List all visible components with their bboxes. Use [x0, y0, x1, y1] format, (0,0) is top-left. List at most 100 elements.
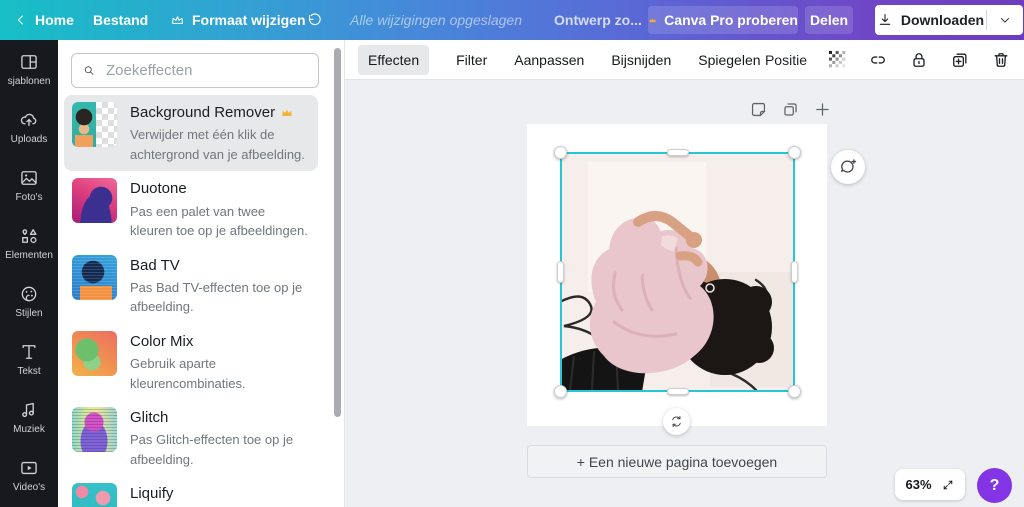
add-page-icon-button[interactable]	[813, 100, 832, 119]
tab-aanpassen[interactable]: Aanpassen	[514, 45, 584, 75]
home-label: Home	[35, 12, 74, 28]
lock-icon	[909, 50, 929, 70]
selection-box[interactable]	[560, 152, 795, 392]
notes-icon	[749, 100, 768, 119]
effect-item-background-remover[interactable]: Background Remover Verwijder met één kli…	[64, 95, 318, 171]
sidebar-item-styles[interactable]: Stijlen	[0, 272, 58, 330]
comment-plus-icon	[838, 157, 858, 177]
duplicate-button[interactable]	[950, 50, 970, 70]
tab-bijsnijden[interactable]: Bijsnijden	[611, 45, 671, 75]
effect-thumbnail	[72, 255, 117, 300]
effect-item-liquify[interactable]: Liquify Pas Liquify-effecten toe op je a…	[64, 476, 318, 507]
effect-thumbnail	[72, 483, 117, 507]
duplicate-icon	[950, 50, 970, 70]
link-icon	[868, 50, 888, 70]
home-button[interactable]: Home	[14, 12, 74, 28]
trash-icon	[991, 50, 1011, 70]
search-input[interactable]	[104, 61, 307, 80]
effect-thumbnail	[72, 331, 117, 376]
undo-button[interactable]	[306, 12, 323, 29]
design-title[interactable]: Ontwerp zo...	[554, 12, 642, 28]
zoom-control[interactable]: 63%	[895, 469, 965, 500]
sidebar-item-text[interactable]: Tekst	[0, 330, 58, 388]
canva-pro-button[interactable]: Canva Pro proberen	[648, 6, 798, 34]
rotate-icon	[669, 414, 684, 429]
search-icon	[83, 62, 95, 79]
templates-icon	[19, 52, 39, 72]
uploads-icon	[19, 110, 39, 130]
notes-button[interactable]	[749, 100, 768, 119]
undo-icon	[306, 12, 323, 29]
selection-handle-sw[interactable]	[554, 385, 567, 398]
position-button[interactable]: Positie	[765, 52, 807, 68]
crown-icon	[170, 13, 185, 28]
effect-item-glitch[interactable]: Glitch Pas Glitch-effecten toe op je afb…	[64, 400, 318, 476]
resize-menu[interactable]: Formaat wijzigen	[170, 12, 306, 28]
sidebar-item-uploads[interactable]: Uploads	[0, 98, 58, 156]
design-page[interactable]	[527, 124, 827, 426]
tab-effecten[interactable]: Effecten	[358, 45, 429, 75]
share-button[interactable]: Delen	[805, 6, 853, 34]
photos-icon	[19, 168, 39, 188]
videos-icon	[19, 458, 39, 478]
effect-item-bad-tv[interactable]: Bad TV Pas Bad TV-effecten toe op je afb…	[64, 248, 318, 324]
selection-handle-s[interactable]	[667, 388, 689, 395]
chevron-down-icon	[998, 13, 1012, 27]
transparency-button[interactable]	[828, 50, 847, 69]
music-icon	[19, 400, 39, 420]
canvas-area: + Een nieuwe pagina toevoegen 63% ?	[345, 80, 1024, 507]
toolbar-tabs: Effecten Filter Aanpassen Bijsnijden Spi…	[345, 45, 761, 75]
sidebar-item-photos[interactable]: Foto's	[0, 156, 58, 214]
help-button[interactable]: ?	[977, 468, 1012, 503]
sidebar-item-elements[interactable]: Elementen	[0, 214, 58, 272]
download-options-button[interactable]	[987, 13, 1023, 27]
link-button[interactable]	[868, 50, 888, 70]
transparency-icon	[828, 50, 847, 69]
effect-thumbnail	[72, 102, 117, 147]
duplicate-page-icon	[781, 100, 800, 119]
file-menu[interactable]: Bestand	[93, 12, 148, 28]
selection-handle-n[interactable]	[667, 149, 689, 156]
editor-toolbar: Effecten Filter Aanpassen Bijsnijden Spi…	[345, 40, 1024, 80]
download-button[interactable]: Downloaden	[875, 12, 986, 28]
add-new-page-button[interactable]: + Een nieuwe pagina toevoegen	[527, 445, 827, 478]
effects-list: Background Remover Verwijder met één kli…	[64, 95, 318, 507]
crown-gold-icon	[280, 106, 294, 120]
duplicate-page-button[interactable]	[781, 100, 800, 119]
lock-button[interactable]	[909, 50, 929, 70]
chevron-left-icon	[14, 13, 28, 27]
selection-handle-w[interactable]	[557, 261, 564, 283]
effects-panel: Background Remover Verwijder met één kli…	[58, 40, 345, 507]
canva-editor: Home Bestand Formaat wijzigen Alle wijzi…	[0, 0, 1024, 507]
sidebar-item-videos[interactable]: Video's	[0, 446, 58, 504]
toolbar-right: Positie	[765, 50, 1024, 70]
comment-button[interactable]	[831, 150, 865, 184]
top-bar: Home Bestand Formaat wijzigen Alle wijzi…	[0, 0, 1024, 40]
download-icon	[877, 12, 893, 28]
effect-thumbnail	[72, 178, 117, 223]
tab-filter[interactable]: Filter	[456, 45, 487, 75]
sidebar-item-templates[interactable]: sjablonen	[0, 40, 58, 98]
effect-item-color-mix[interactable]: Color Mix Gebruik aparte kleurencombinat…	[64, 324, 318, 400]
effect-item-duotone[interactable]: Duotone Pas een palet van twee kleuren t…	[64, 171, 318, 247]
sidebar-item-music[interactable]: Muziek	[0, 388, 58, 446]
search-box	[71, 53, 319, 88]
selection-handle-ne[interactable]	[788, 146, 801, 159]
crown-gold-icon	[648, 13, 657, 28]
effect-thumbnail	[72, 407, 117, 452]
zoom-level: 63%	[905, 477, 931, 492]
selection-handle-nw[interactable]	[554, 146, 567, 159]
selection-handle-e[interactable]	[791, 261, 798, 283]
add-icon	[813, 100, 832, 119]
sidebar: sjablonen Uploads Foto's Elementen Stijl…	[0, 40, 58, 507]
selection-handle-se[interactable]	[788, 385, 801, 398]
elements-icon	[19, 226, 39, 246]
save-status: Alle wijzigingen opgeslagen	[350, 12, 522, 28]
styles-icon	[19, 284, 39, 304]
rotate-handle[interactable]	[663, 408, 690, 435]
delete-button[interactable]	[991, 50, 1011, 70]
fullscreen-icon	[941, 478, 955, 492]
tab-spiegelen[interactable]: Spiegelen	[698, 45, 760, 75]
panel-scrollbar[interactable]	[334, 48, 341, 417]
text-icon	[19, 342, 39, 362]
